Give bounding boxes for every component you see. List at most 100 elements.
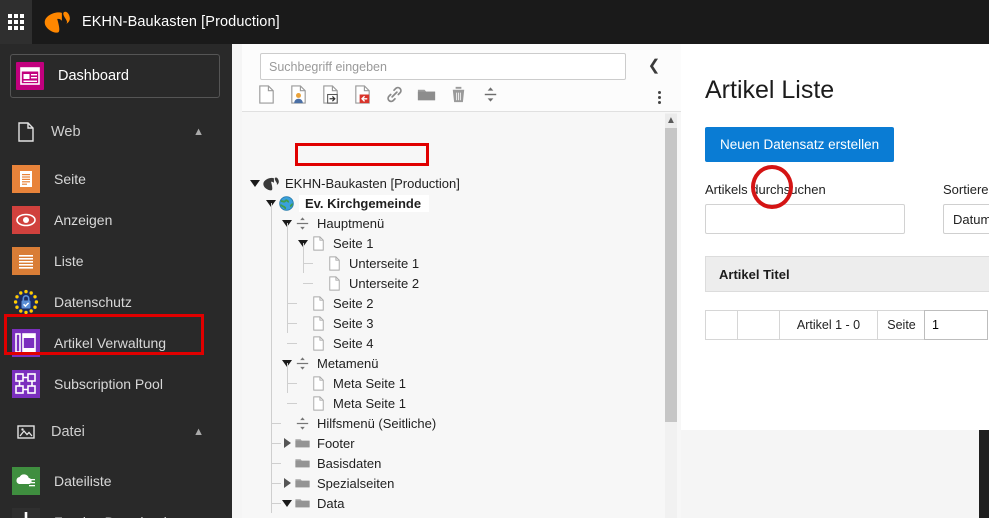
sidebar-item-fundus-download[interactable]: Fundus Download <box>0 501 232 518</box>
tree-node[interactable]: Basisdaten <box>280 453 381 473</box>
page-tree-search-input[interactable] <box>260 53 626 80</box>
tree-node[interactable]: Ev. Kirchgemeinde <box>264 193 430 213</box>
tree-node-icon-wrap <box>294 455 315 472</box>
tree-node[interactable]: Unterseite 2 <box>312 273 419 293</box>
module-menu-button[interactable] <box>0 0 32 44</box>
page-blank-icon <box>329 275 340 291</box>
page-blank-icon <box>313 315 324 331</box>
new-page-icon[interactable] <box>256 84 277 105</box>
folder-icon[interactable] <box>416 84 437 105</box>
grid-dots-icon <box>8 14 24 30</box>
menu-separator-icon[interactable] <box>480 84 501 105</box>
sidebar-group-datei[interactable]: Datei ▲ <box>0 404 232 460</box>
sidebar-item-dashboard[interactable]: Dashboard <box>10 54 220 98</box>
folder-icon <box>295 458 310 467</box>
tree-node[interactable]: EKHN-Baukasten [Production] <box>248 173 460 193</box>
page-delete-icon[interactable] <box>352 84 373 105</box>
search-filter-label: Artikels durchsuchen <box>705 182 826 197</box>
tree-toggle-spacer <box>296 393 310 413</box>
pagination-page-input[interactable] <box>924 310 988 340</box>
sidebar-item-label: Anzeigen <box>54 211 113 228</box>
sidebar-item-datenschutz[interactable]: Datenschutz <box>0 281 232 322</box>
tree-guide-line <box>303 243 304 273</box>
sidebar-item-artikel-verwaltung[interactable]: Artikel Verwaltung <box>0 322 232 363</box>
tree-node[interactable]: Seite 1 <box>296 233 373 253</box>
image-outline-icon <box>17 425 35 439</box>
module-sidebar: Dashboard Web ▲ Seite Anzeigen Liste Dat… <box>0 44 232 518</box>
page-icon <box>12 164 40 193</box>
tree-toggle-collapsed-icon[interactable] <box>280 433 294 453</box>
search-filter-input[interactable] <box>705 204 905 234</box>
tree-node-label: Hauptmenü <box>317 215 385 231</box>
dashboard-icon <box>16 62 44 90</box>
menu-separator-icon <box>296 416 309 430</box>
tree-node-label: Hilfsmenü (Seitliche) <box>317 415 437 431</box>
tree-node[interactable]: Seite 4 <box>296 333 373 353</box>
folder-icon <box>295 438 310 447</box>
pagination-page-label: Seite <box>877 310 925 340</box>
brand: EKHN-Baukasten [Production] <box>32 0 280 44</box>
sidebar-item-label: Datenschutz <box>54 293 132 310</box>
tree-scroll-up-arrow[interactable]: ▲ <box>665 114 677 128</box>
sort-filter: Sortieren na Datum <box>943 182 989 234</box>
tree-toggle-collapsed-icon[interactable] <box>280 473 294 493</box>
tree-node[interactable]: Spezialseiten <box>280 473 394 493</box>
tree-node[interactable]: Footer <box>280 433 355 453</box>
new-page-user-icon[interactable] <box>288 84 309 105</box>
tree-guide-line <box>287 323 297 324</box>
tree-node-icon-wrap <box>294 475 315 492</box>
sidebar-item-subscription-pool[interactable]: Subscription Pool <box>0 363 232 404</box>
filter-row: Artikels durchsuchen Sortieren na Datum <box>705 182 989 234</box>
tree-node[interactable]: Unterseite 1 <box>312 253 419 273</box>
typo3-logo-icon <box>44 11 70 33</box>
tree-node-icon-wrap <box>310 235 331 252</box>
page-blank-icon <box>313 375 324 391</box>
pagination-prev-button[interactable] <box>737 310 779 340</box>
sidebar-group-web[interactable]: Web ▲ <box>0 106 232 158</box>
tree-toggle-expanded-icon[interactable] <box>280 493 294 513</box>
tree-node[interactable]: Metamenü <box>280 353 378 373</box>
tree-node-icon-wrap <box>326 255 347 272</box>
tree-node[interactable]: Meta Seite 1 <box>296 393 406 413</box>
tree-guide-line <box>271 443 281 444</box>
chevron-up-icon: ▲ <box>193 426 204 438</box>
tree-guide-line <box>271 423 281 424</box>
tree-node[interactable]: Data <box>280 493 344 513</box>
list-icon <box>12 246 40 275</box>
more-vertical-icon[interactable] <box>658 89 661 106</box>
tree-node-icon-wrap <box>294 495 315 512</box>
folder-icon <box>295 498 310 507</box>
page-title: Artikel Liste <box>705 76 835 104</box>
tree-toggle-expanded-icon[interactable] <box>248 173 262 193</box>
sidebar-item-seite[interactable]: Seite <box>0 158 232 199</box>
tree-node[interactable]: Hauptmenü <box>280 213 384 233</box>
sidebar-item-label: Seite <box>54 170 86 187</box>
tree-node[interactable]: Hilfsmenü (Seitliche) <box>280 413 436 433</box>
sidebar-item-liste[interactable]: Liste <box>0 240 232 281</box>
sort-filter-select[interactable]: Datum <box>943 204 989 234</box>
tree-node-label: Ev. Kirchgemeinde <box>299 194 430 212</box>
menu-separator-icon <box>296 216 309 230</box>
sidebar-item-anzeigen[interactable]: Anzeigen <box>0 199 232 240</box>
chevron-left-icon[interactable]: ❮ <box>645 56 663 76</box>
sidebar-item-dateiliste[interactable]: Dateiliste <box>0 460 232 501</box>
tree-node[interactable]: Meta Seite 1 <box>296 373 406 393</box>
tree-node[interactable]: Seite 2 <box>296 293 373 313</box>
pagination-bar: Artikel 1 - 0 Seite <box>705 310 989 340</box>
tree-node-label: Seite 2 <box>333 295 374 311</box>
tree-node-icon-wrap <box>310 335 331 352</box>
tree-node-label: Spezialseiten <box>317 475 395 491</box>
page-tree-toolbar <box>256 84 501 105</box>
folder-icon <box>295 478 310 487</box>
tree-scrollbar-thumb[interactable] <box>665 128 677 422</box>
pagination-count-label: Artikel 1 - 0 <box>779 310 877 340</box>
new-record-button[interactable]: Neuen Datensatz erstellen <box>705 127 895 162</box>
trash-icon[interactable] <box>448 84 469 105</box>
tree-node-label: Seite 1 <box>333 235 374 251</box>
link-icon[interactable] <box>384 84 405 105</box>
page-move-right-icon[interactable] <box>320 84 341 105</box>
tree-node-icon-wrap <box>310 395 331 412</box>
page-blank-icon <box>313 235 324 251</box>
pagination-first-button[interactable] <box>705 310 737 340</box>
tree-node[interactable]: Seite 3 <box>296 313 373 333</box>
